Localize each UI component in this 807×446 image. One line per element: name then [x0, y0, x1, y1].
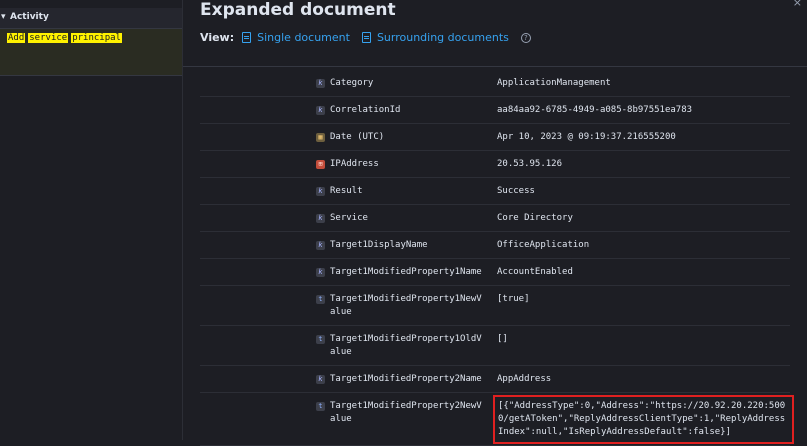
field-row[interactable]: k Target1ModifiedProperty1Name AccountEnab… [200, 259, 790, 286]
field-value: [{"AddressType":0,"Address":"https://20.… [493, 395, 794, 444]
field-value: Core Directory [497, 213, 573, 223]
highlight-word: principal [71, 33, 122, 43]
field-row[interactable]: k Target1ModifiedProperty2Name AppAddress [200, 366, 790, 393]
keyword-field-icon: k [316, 106, 325, 115]
field-name: Target1ModifiedProperty1Name [330, 267, 482, 277]
field-value: [] [497, 334, 508, 344]
column-header-activity[interactable]: ▾ Activity [0, 8, 182, 29]
highlight-word: Add [7, 33, 26, 43]
document-icon [242, 32, 252, 43]
field-value: ApplicationManagement [497, 78, 611, 88]
field-row[interactable]: k Target1DisplayName OfficeApplication [200, 232, 790, 259]
view-switcher: View: Single document Surrounding docume… [200, 31, 531, 44]
field-value: AccountEnabled [497, 267, 573, 277]
expanded-document-flyout: Expanded document × View: Single documen… [182, 0, 807, 446]
field-name: Target1ModifiedProperty2NewValue [330, 401, 482, 424]
field-row[interactable]: k Result Success [200, 178, 790, 205]
field-row[interactable]: k Category ApplicationManagement [200, 70, 790, 97]
surrounding-documents-link[interactable]: Surrounding documents [361, 31, 509, 44]
keyword-field-icon: k [316, 214, 325, 223]
field-name: Target1ModifiedProperty1OldValue [330, 334, 482, 357]
flyout-header: Expanded document × View: Single documen… [183, 0, 807, 67]
field-value: [true] [497, 294, 530, 304]
field-row[interactable]: ⊞ IPAddress 20.53.95.126 [200, 151, 790, 178]
document-icon [361, 32, 371, 43]
single-document-link[interactable]: Single document [242, 31, 350, 44]
field-name: Target1DisplayName [330, 240, 428, 250]
keyword-field-icon: k [316, 79, 325, 88]
page-title: Expanded document [200, 0, 396, 20]
keyword-field-icon: k [316, 268, 325, 277]
help-icon[interactable]: ? [520, 32, 531, 43]
chevron-down-icon[interactable]: ▾ [1, 12, 6, 22]
keyword-field-icon: k [316, 375, 325, 384]
field-value: AppAddress [497, 374, 552, 384]
field-row[interactable]: t Target1ModifiedProperty1OldValue [] [200, 326, 790, 366]
highlighted-cell: Add service principal [7, 33, 125, 43]
field-name: IPAddress [330, 159, 379, 169]
single-document-label: Single document [257, 31, 350, 44]
field-row[interactable]: t Target1ModifiedProperty1NewValue [true] [200, 286, 790, 326]
field-value: aa84aa92-6785-4949-a085-8b97551ea783 [497, 105, 693, 115]
field-row[interactable]: k Service Core Directory [200, 205, 790, 232]
field-row[interactable]: ▦ Date (UTC) Apr 10, 2023 @ 09:19:37.21655… [200, 124, 790, 151]
column-title: Activity [10, 12, 49, 22]
field-value: 20.53.95.126 [497, 159, 563, 169]
field-value: OfficeApplication [497, 240, 590, 250]
field-value: Apr 10, 2023 @ 09:19:37.216555200 [497, 132, 676, 142]
field-name: Target1ModifiedProperty2Name [330, 374, 482, 384]
field-row[interactable]: t Target1ModifiedProperty2NewValue [{"Addr… [200, 393, 794, 446]
date-field-icon: ▦ [316, 133, 325, 142]
field-name: Category [330, 78, 374, 88]
field-name: Target1ModifiedProperty1NewValue [330, 294, 482, 317]
close-icon[interactable]: × [793, 0, 802, 9]
field-name: Date (UTC) [330, 132, 385, 142]
text-field-icon: t [316, 335, 325, 344]
surrounding-documents-label: Surrounding documents [376, 31, 509, 44]
ip-field-icon: ⊞ [316, 160, 325, 169]
field-value: Success [497, 186, 535, 196]
text-field-icon: t [316, 402, 325, 411]
field-name: Service [330, 213, 368, 223]
field-row[interactable]: k CorrelationId aa84aa92-6785-4949-a085-8b… [200, 97, 790, 124]
text-field-icon: t [316, 295, 325, 304]
highlight-word: service [28, 33, 69, 43]
table-row[interactable]: Add service principal [0, 29, 182, 76]
keyword-field-icon: k [316, 241, 325, 250]
left-panel: ▾ Activity Add service principal [0, 0, 182, 440]
keyword-field-icon: k [316, 187, 325, 196]
view-label: View: [200, 31, 235, 44]
field-name: CorrelationId [330, 105, 401, 115]
field-name: Result [330, 186, 363, 196]
document-fields-table: k Category ApplicationManagement k Correlati… [200, 70, 794, 446]
